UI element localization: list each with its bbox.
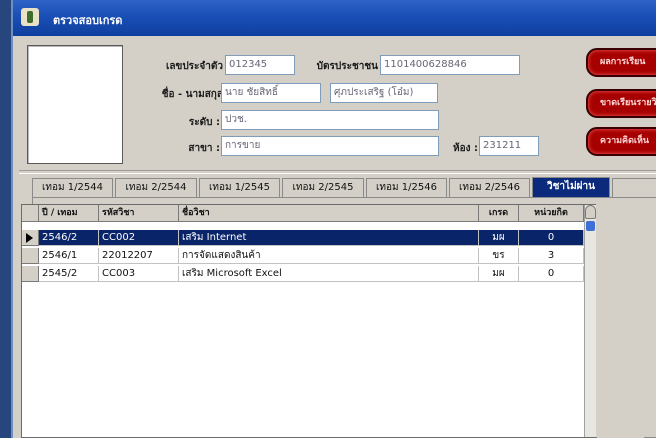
window-title: ตรวจสอบเกรด bbox=[53, 14, 123, 27]
behavior-button[interactable]: ความคิดเห็น bbox=[586, 127, 656, 156]
row-pointer-icon bbox=[26, 233, 33, 243]
header-credits[interactable]: หน่วยกิต bbox=[519, 205, 584, 222]
room-label: ห้อง : bbox=[453, 143, 478, 154]
last-name-field[interactable]: ศุภประเสริฐ (โอ๋ม) bbox=[330, 83, 438, 103]
cell-grade: ขร bbox=[479, 248, 519, 264]
cell-year-term: 2545/2 bbox=[39, 266, 99, 282]
title-bar[interactable]: ตรวจสอบเกรด bbox=[13, 0, 656, 36]
cell-year-term: 2546/2 bbox=[39, 230, 99, 246]
grid-corner bbox=[22, 205, 39, 222]
tab-term-1-2545[interactable]: เทอม 1/2545 bbox=[199, 178, 280, 197]
cell-subject-name: การจัดแสดงสินค้า bbox=[179, 248, 479, 264]
header-subject-code[interactable]: รหัสวิชา bbox=[99, 205, 179, 222]
vertical-scrollbar[interactable] bbox=[584, 205, 596, 437]
cell-subject-code: CC002 bbox=[99, 230, 179, 246]
row-selector[interactable] bbox=[22, 230, 39, 246]
tab-term-2-2546[interactable]: เทอม 2/2546 bbox=[449, 178, 530, 197]
scroll-thumb[interactable] bbox=[586, 221, 595, 231]
cell-subject-name: เสริม Microsoft Excel bbox=[179, 266, 479, 282]
student-id-label: เลขประจำตัว bbox=[165, 61, 223, 72]
room-field[interactable]: 231211 bbox=[479, 136, 539, 156]
tab-term-2-2545[interactable]: เทอม 2/2545 bbox=[282, 178, 364, 197]
divider bbox=[19, 170, 656, 174]
student-photo bbox=[27, 45, 123, 164]
student-id-field[interactable]: 012345 bbox=[225, 55, 295, 75]
cell-grade: มผ bbox=[479, 266, 519, 282]
table-row[interactable]: 2546/1 22012207 การจัดแสดงสินค้า ขร 3 bbox=[22, 248, 584, 264]
row-selector[interactable] bbox=[22, 266, 39, 282]
first-name-field[interactable]: นาย ชัยสิทธิ์ bbox=[221, 83, 321, 103]
cell-subject-code: 22012207 bbox=[99, 248, 179, 264]
branch-field[interactable]: การขาย bbox=[221, 136, 439, 156]
level-label: ระดับ : bbox=[188, 117, 220, 128]
app-icon bbox=[21, 8, 39, 26]
header-grade[interactable]: เกรด bbox=[479, 205, 519, 222]
tab-term-1-2546[interactable]: เทอม 1/2546 bbox=[366, 178, 447, 197]
grade-result-button[interactable]: ผลการเรียน bbox=[586, 48, 656, 77]
cell-subject-code: CC003 bbox=[99, 266, 179, 282]
row-selector[interactable] bbox=[22, 248, 39, 264]
cell-credits: 0 bbox=[519, 266, 584, 282]
missing-classes-button[interactable]: ขาดเรียนรายวิชา bbox=[586, 89, 656, 118]
tab-next[interactable] bbox=[612, 178, 656, 197]
tab-failed-subjects[interactable]: วิชาไม่ผ่าน bbox=[532, 177, 610, 197]
table-row[interactable]: 2546/2 CC002 เสริม Internet มผ 0 bbox=[22, 230, 584, 246]
cell-year-term: 2546/1 bbox=[39, 248, 99, 264]
scroll-up-button[interactable] bbox=[585, 205, 596, 219]
grid-side-area bbox=[597, 204, 644, 438]
header-subject-name[interactable]: ชื่อวิชา bbox=[179, 205, 479, 222]
tab-term-2-2544[interactable]: เทอม 2/2544 bbox=[115, 178, 197, 197]
cell-credits: 3 bbox=[519, 248, 584, 264]
branch-label: สาขา : bbox=[188, 143, 220, 154]
citizen-id-field[interactable]: 1101400628846 bbox=[380, 55, 520, 75]
citizen-id-label: บัตรประชาชน bbox=[316, 61, 378, 72]
level-field[interactable]: ปวช. bbox=[221, 110, 439, 130]
cell-subject-name: เสริม Internet bbox=[179, 230, 479, 246]
tab-term-1-2544[interactable]: เทอม 1/2544 bbox=[32, 178, 113, 197]
cell-credits: 0 bbox=[519, 230, 584, 246]
table-row[interactable]: 2545/2 CC003 เสริม Microsoft Excel มผ 0 bbox=[22, 266, 584, 282]
name-label: ชื่อ - นามสกุล bbox=[161, 89, 223, 100]
header-year-term[interactable]: ปี / เทอม bbox=[39, 205, 99, 222]
cell-grade: มผ bbox=[479, 230, 519, 246]
